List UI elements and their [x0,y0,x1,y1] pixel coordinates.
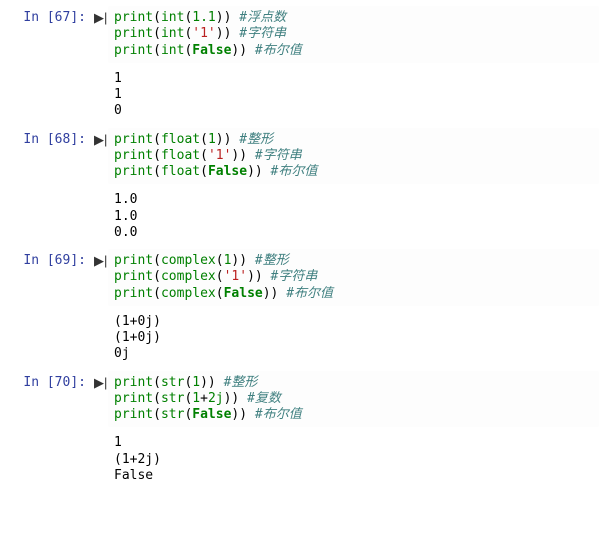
output-prompt [6,188,94,245]
input-prompt: In [69]: [6,249,94,306]
output-cell: 1.0 1.0 0.0 [6,188,599,245]
input-prompt: In [70]: [6,371,94,428]
code-cell: In [69]: ▶| print(complex(1)) #整形 print(… [6,249,599,306]
output-prompt [6,310,94,367]
code-input[interactable]: print(str(1)) #整形 print(str(1+2j)) #复数 p… [108,371,599,428]
output-cell: (1+0j) (1+0j) 0j [6,310,599,367]
code-output: 1 (1+2j) False [108,431,599,488]
output-prompt [6,67,94,124]
code-output: 1.0 1.0 0.0 [108,188,599,245]
code-input[interactable]: print(complex(1)) #整形 print(complex('1')… [108,249,599,306]
code-cell: In [70]: ▶| print(str(1)) #整形 print(str(… [6,371,599,428]
input-prompt: In [67]: [6,6,94,63]
code-input[interactable]: print(float(1)) #整形 print(float('1')) #字… [108,128,599,185]
code-input[interactable]: print(int(1.1)) #浮点数 print(int('1')) #字符… [108,6,599,63]
run-cell-icon[interactable]: ▶| [94,371,108,428]
input-prompt: In [68]: [6,128,94,185]
output-cell: 1 1 0 [6,67,599,124]
output-cell: 1 (1+2j) False [6,431,599,488]
code-output: (1+0j) (1+0j) 0j [108,310,599,367]
run-cell-icon[interactable]: ▶| [94,249,108,306]
code-output: 1 1 0 [108,67,599,124]
run-cell-icon[interactable]: ▶| [94,6,108,63]
code-cell: In [67]: ▶| print(int(1.1)) #浮点数 print(i… [6,6,599,63]
run-cell-icon[interactable]: ▶| [94,128,108,185]
output-prompt [6,431,94,488]
code-cell: In [68]: ▶| print(float(1)) #整形 print(fl… [6,128,599,185]
